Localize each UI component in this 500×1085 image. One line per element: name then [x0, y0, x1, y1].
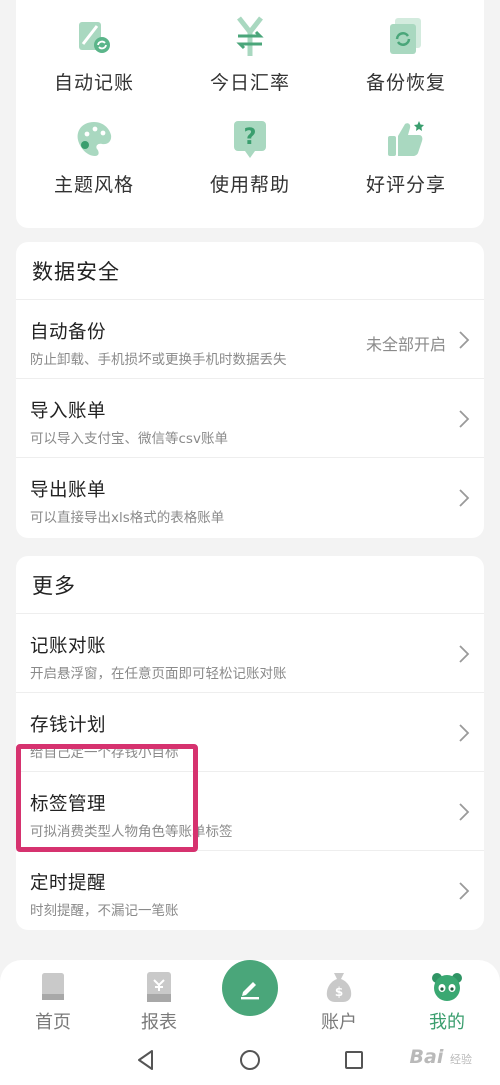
grid-label: 备份恢复	[365, 72, 446, 94]
row-title: 导出账单	[30, 480, 107, 501]
row-saving-plan[interactable]: 存钱计划 给自己定一个存钱小目标	[16, 693, 484, 772]
account-bag-icon: $	[326, 973, 352, 1002]
chevron-right-icon	[459, 645, 470, 663]
back-triangle-icon[interactable]	[134, 1048, 158, 1072]
row-subtitle: 可以导入支付宝、微信等csv账单	[30, 431, 228, 447]
grid-label: 好评分享	[365, 174, 446, 196]
feature-grid: 自动记账 今日汇率 备份恢复 主题风格 ? 使用帮助 好评分享	[16, 0, 484, 220]
home-icon	[42, 973, 64, 1000]
row-title: 存钱计划	[30, 715, 107, 736]
grid-label: 使用帮助	[209, 174, 290, 196]
row-subtitle: 给自己定一个存钱小目标	[30, 745, 179, 761]
auto-bookkeeping-icon	[79, 22, 110, 53]
chevron-right-icon	[459, 882, 470, 900]
home-circle-icon[interactable]	[238, 1048, 262, 1072]
watermark-suffix: 经验	[450, 1053, 472, 1066]
data-security-section: 数据安全 自动备份 防止卸载、手机损坏或更换手机时数据丢失 未全部开启 导入账单…	[16, 242, 484, 538]
row-import-bills[interactable]: 导入账单 可以导入支付宝、微信等csv账单	[16, 379, 484, 458]
row-subtitle: 可以直接导出xls格式的表格账单	[30, 510, 225, 526]
grid-item-exchange-rate[interactable]: 今日汇率	[172, 16, 328, 118]
row-status-value: 未全部开启	[365, 335, 446, 354]
row-tag-management[interactable]: 标签管理 可拟消费类型人物角色等账单标签	[16, 772, 484, 851]
section-title: 更多	[16, 556, 484, 614]
tab-home[interactable]: 首页	[8, 966, 98, 1036]
add-record-button[interactable]	[222, 960, 278, 1016]
row-reminder[interactable]: 定时提醒 时刻提醒，不漏记一笔账	[16, 851, 484, 930]
grid-label: 今日汇率	[209, 72, 290, 94]
svg-text:$: $	[335, 985, 343, 999]
exchange-rate-icon	[236, 16, 264, 56]
thumbs-up-icon	[388, 121, 424, 156]
watermark-brand: Bai	[409, 1046, 444, 1068]
tab-account[interactable]: $ 账户	[294, 966, 384, 1036]
svg-text:?: ?	[244, 125, 257, 150]
grid-label: 主题风格	[53, 174, 134, 196]
chevron-right-icon	[459, 331, 470, 349]
tab-label: 报表	[141, 1012, 177, 1033]
row-subtitle: 开启悬浮窗，在任意页面即可轻松记账对账	[30, 666, 287, 682]
grid-label: 自动记账	[53, 72, 134, 94]
tab-mine[interactable]: 我的	[402, 966, 492, 1036]
grid-item-auto-bookkeeping[interactable]: 自动记账	[16, 16, 172, 118]
row-subtitle: 时刻提醒，不漏记一笔账	[30, 903, 179, 919]
tab-label: 账户	[321, 1012, 357, 1033]
grid-item-backup-restore[interactable]: 备份恢复	[328, 16, 484, 118]
pencil-icon	[241, 982, 259, 1000]
row-title: 记账对账	[30, 636, 107, 657]
tab-label: 我的	[429, 1012, 465, 1033]
row-export-bills[interactable]: 导出账单 可以直接导出xls格式的表格账单	[16, 458, 484, 537]
section-title: 数据安全	[16, 242, 484, 300]
row-subtitle: 可拟消费类型人物角色等账单标签	[30, 824, 233, 840]
grid-item-share[interactable]: 好评分享	[328, 118, 484, 220]
palette-icon	[77, 122, 112, 156]
baidu-watermark: Bai 经验	[410, 1046, 472, 1068]
row-title: 导入账单	[30, 401, 107, 422]
tab-report[interactable]: 报表	[114, 966, 204, 1036]
row-subtitle: 防止卸载、手机损坏或更换手机时数据丢失	[30, 352, 287, 368]
help-icon: ?	[234, 121, 266, 158]
feature-grid-card: 自动记账 今日汇率 备份恢复 主题风格 ? 使用帮助 好评分享	[16, 0, 484, 228]
grid-item-help[interactable]: ? 使用帮助	[172, 118, 328, 220]
chevron-right-icon	[459, 803, 470, 821]
chevron-right-icon	[459, 489, 470, 507]
row-title: 定时提醒	[30, 873, 107, 894]
grid-item-theme[interactable]: 主题风格	[16, 118, 172, 220]
report-icon	[147, 972, 171, 1002]
recents-square-icon[interactable]	[342, 1048, 366, 1072]
panda-icon	[432, 973, 462, 1001]
chevron-right-icon	[459, 410, 470, 428]
row-title: 标签管理	[30, 794, 107, 815]
more-section: 更多 记账对账 开启悬浮窗，在任意页面即可轻松记账对账 存钱计划 给自己定一个存…	[16, 556, 484, 930]
backup-restore-icon	[390, 18, 421, 54]
row-title: 自动备份	[30, 322, 107, 343]
chevron-right-icon	[459, 724, 470, 742]
row-reconcile[interactable]: 记账对账 开启悬浮窗，在任意页面即可轻松记账对账	[16, 614, 484, 693]
tab-label: 首页	[35, 1012, 71, 1033]
row-auto-backup[interactable]: 自动备份 防止卸载、手机损坏或更换手机时数据丢失 未全部开启	[16, 300, 484, 379]
